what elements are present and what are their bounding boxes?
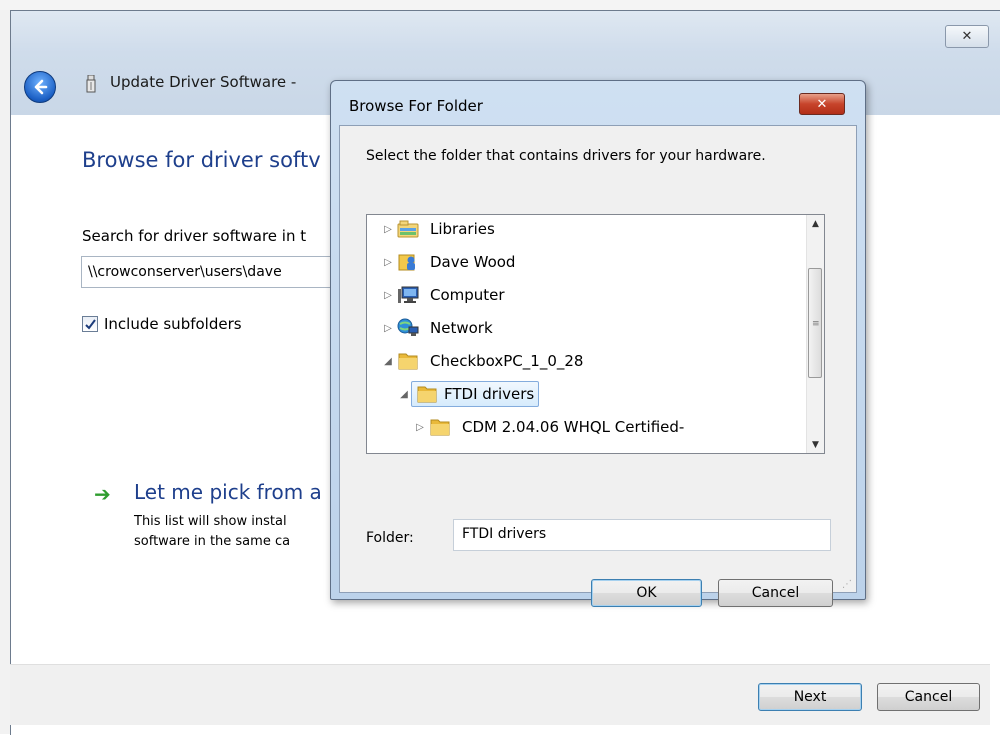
tree-item-label: FTDI drivers — [444, 385, 535, 403]
expand-triangle-icon[interactable]: ▷ — [413, 422, 427, 433]
pick-description-line1: This list will show instal — [134, 514, 287, 529]
tree-item-label: Dave Wood — [430, 253, 516, 271]
folder-icon — [417, 386, 437, 403]
green-arrow-icon: ➔ — [94, 482, 111, 506]
tree-item-dave-wood[interactable]: ▷ Dave Wood — [381, 248, 520, 276]
network-icon — [397, 318, 419, 336]
grip-icon: ≡ — [812, 319, 820, 329]
collapse-triangle-icon[interactable]: ◢ — [397, 389, 411, 400]
back-button[interactable] — [24, 71, 56, 103]
wizard-title: Update Driver Software - — [110, 73, 297, 91]
resize-grip-icon[interactable]: ⋰ — [842, 579, 852, 590]
folder-tree[interactable]: ▷ Libraries ▷ Dave Wood ▷ Computer ▷ Net… — [366, 214, 825, 454]
tree-item-label: Computer — [430, 286, 505, 304]
window-close-button[interactable]: ✕ — [945, 25, 989, 48]
computer-icon — [398, 286, 419, 303]
scroll-up-arrow-icon[interactable]: ▲ — [807, 215, 824, 232]
libraries-icon — [397, 220, 419, 238]
tree-item-ftdi-drivers[interactable]: ◢ FTDI drivers — [397, 380, 540, 408]
next-button[interactable]: Next — [758, 683, 862, 711]
usb-device-icon — [86, 75, 96, 93]
tree-item-selected: FTDI drivers — [411, 381, 540, 407]
folder-field-label: Folder: — [366, 530, 414, 546]
pick-from-list-link[interactable]: Let me pick from a — [134, 480, 322, 504]
search-location-label: Search for driver software in t — [82, 227, 307, 245]
dialog-client-area: Select the folder that contains drivers … — [339, 125, 857, 607]
tree-item-label: Network — [430, 319, 493, 337]
scroll-thumb[interactable]: ≡ — [808, 268, 822, 378]
expand-triangle-icon[interactable]: ▷ — [381, 323, 395, 334]
collapse-triangle-icon[interactable]: ◢ — [381, 356, 395, 367]
browse-for-folder-dialog: Browse For Folder ✕ Select the folder th… — [330, 80, 866, 607]
back-arrow-icon — [34, 79, 48, 95]
dialog-title: Browse For Folder — [349, 97, 483, 115]
page-heading: Browse for driver softv — [82, 148, 321, 172]
background-window-edge — [0, 10, 10, 734]
expand-triangle-icon[interactable]: ▷ — [381, 290, 395, 301]
tree-item-libraries[interactable]: ▷ Libraries — [381, 215, 500, 243]
dialog-instruction: Select the folder that contains drivers … — [366, 148, 766, 164]
tree-item-cdm-whql[interactable]: ▷ CDM 2.04.06 WHQL Certified- — [413, 413, 689, 441]
scroll-down-arrow-icon[interactable]: ▼ — [807, 436, 824, 453]
pick-description-line2: software in the same ca — [134, 534, 291, 549]
folder-name-input[interactable]: FTDI drivers — [453, 519, 831, 551]
check-mark-icon — [84, 318, 96, 330]
include-subfolders-checkbox[interactable] — [82, 316, 98, 332]
tree-item-label: Libraries — [430, 220, 495, 238]
include-subfolders-label[interactable]: Include subfolders — [104, 315, 242, 333]
close-icon: ✕ — [816, 96, 828, 112]
expand-triangle-icon[interactable]: ▷ — [381, 224, 395, 235]
tree-item-network[interactable]: ▷ Network — [381, 314, 498, 342]
folder-icon — [430, 419, 450, 436]
tree-vertical-scrollbar[interactable]: ▲ ≡ ▼ — [806, 215, 824, 453]
dialog-cancel-button[interactable]: Cancel — [718, 579, 833, 607]
user-folder-icon — [398, 254, 415, 271]
tree-item-checkboxpc[interactable]: ◢ CheckboxPC_1_0_28 — [381, 347, 588, 375]
dialog-close-button[interactable]: ✕ — [799, 93, 845, 115]
tree-item-label: CheckboxPC_1_0_28 — [430, 352, 584, 370]
expand-triangle-icon[interactable]: ▷ — [381, 257, 395, 268]
tree-item-label: CDM 2.04.06 WHQL Certified- — [462, 418, 685, 436]
tree-item-computer[interactable]: ▷ Computer — [381, 281, 510, 309]
wizard-cancel-button[interactable]: Cancel — [877, 683, 980, 711]
background-window-strip — [0, 0, 1000, 10]
ok-button[interactable]: OK — [591, 579, 702, 607]
folder-icon — [398, 353, 418, 370]
